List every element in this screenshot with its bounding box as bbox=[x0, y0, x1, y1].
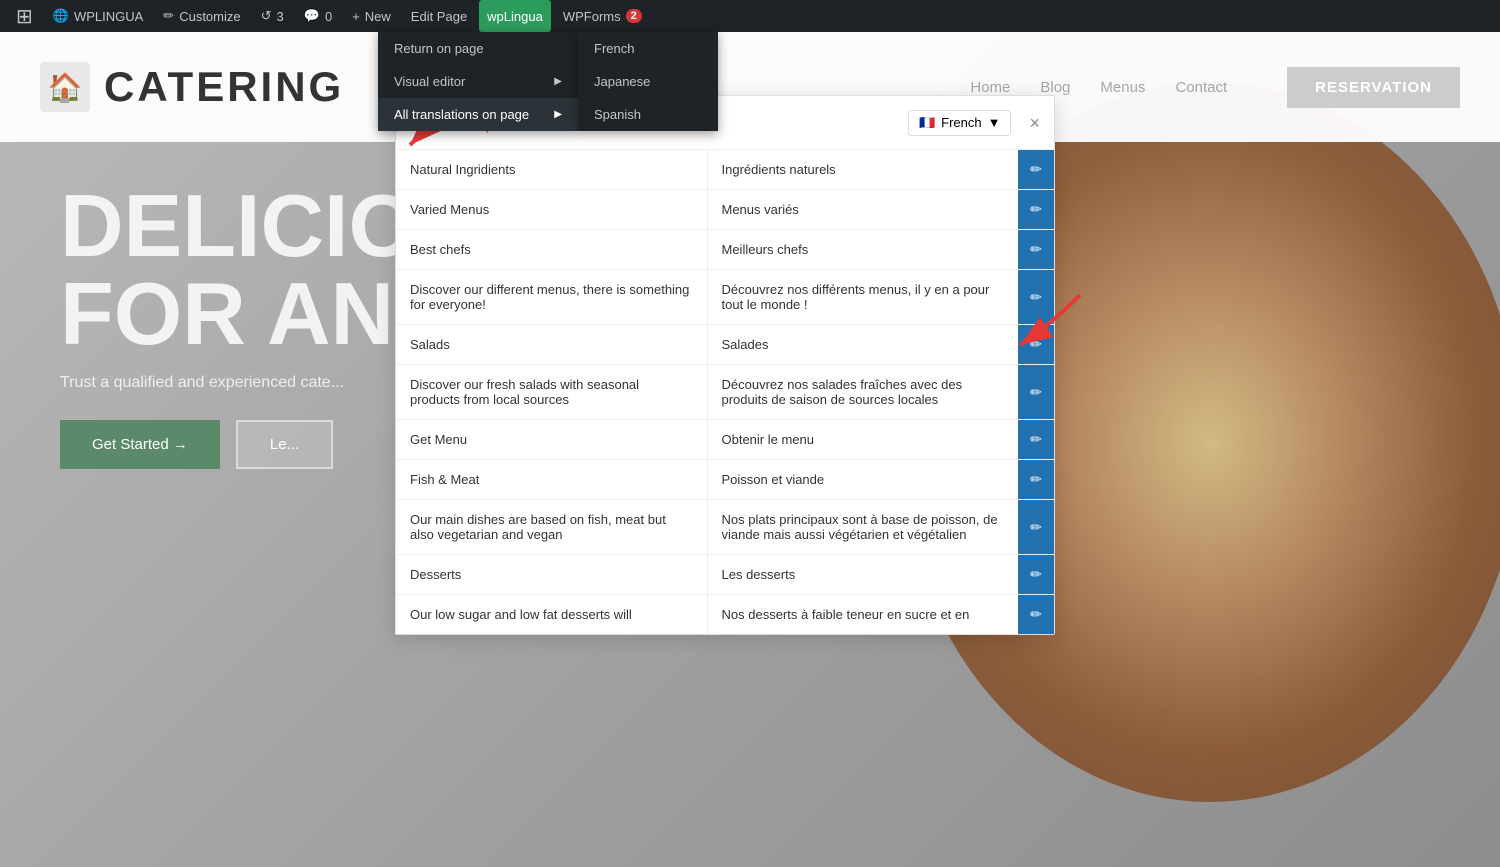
translation-row: Desserts Les desserts ✏ bbox=[396, 555, 1054, 595]
edit-translation-button[interactable]: ✏ bbox=[1018, 555, 1054, 594]
admin-bar-comments[interactable]: 💬 0 bbox=[296, 0, 340, 32]
edit-translation-button[interactable]: ✏ bbox=[1018, 325, 1054, 364]
translation-row: Fish & Meat Poisson et viande ✏ bbox=[396, 460, 1054, 500]
translation-row: Our low sugar and low fat desserts will … bbox=[396, 595, 1054, 634]
original-text: Natural Ingridients bbox=[396, 150, 708, 189]
translation-row: Varied Menus Menus variés ✏ bbox=[396, 190, 1054, 230]
original-text: Desserts bbox=[396, 555, 708, 594]
translated-text: Menus variés bbox=[708, 190, 1019, 229]
admin-bar-revisions[interactable]: ↺ 3 bbox=[253, 0, 292, 32]
dropdown-return-on-page[interactable]: Return on page bbox=[378, 32, 578, 65]
logo-icon: 🏠 bbox=[40, 62, 90, 112]
translated-text: Poisson et viande bbox=[708, 460, 1019, 499]
reservation-button[interactable]: RESERVATION bbox=[1287, 67, 1460, 108]
submenu-french[interactable]: French bbox=[578, 32, 718, 65]
edit-translation-button[interactable]: ✏ bbox=[1018, 365, 1054, 419]
visual-editor-arrow: ▶ bbox=[554, 76, 562, 87]
translation-row: Discover our fresh salads with seasonal … bbox=[396, 365, 1054, 420]
wplingua-site-icon: 🌐 bbox=[53, 8, 69, 24]
wpforms-badge: 2 bbox=[626, 9, 642, 23]
wp-logo-item[interactable]: ⊞ bbox=[8, 0, 41, 32]
translation-row: Salads Salades ✏ bbox=[396, 325, 1054, 365]
admin-bar-new[interactable]: + New bbox=[344, 0, 399, 32]
site-logo: 🏠 CATERING bbox=[40, 62, 344, 112]
translation-row: Discover our different menus, there is s… bbox=[396, 270, 1054, 325]
dropdown-all-translations[interactable]: All translations on page ▶ bbox=[378, 98, 578, 131]
edit-translation-button[interactable]: ✏ bbox=[1018, 230, 1054, 269]
original-text: Discover our different menus, there is s… bbox=[396, 270, 708, 324]
original-text: Our main dishes are based on fish, meat … bbox=[396, 500, 708, 554]
original-text: Our low sugar and low fat desserts will bbox=[396, 595, 708, 634]
original-text: Varied Menus bbox=[396, 190, 708, 229]
original-text: Fish & Meat bbox=[396, 460, 708, 499]
admin-bar-customize[interactable]: ✏ Customize bbox=[155, 0, 248, 32]
translated-text: Découvrez nos différents menus, il y en … bbox=[708, 270, 1019, 324]
comments-icon: 💬 bbox=[304, 8, 320, 24]
logo-text: CATERING bbox=[104, 63, 344, 111]
admin-bar: ⊞ 🌐 WPLINGUA ✏ Customize ↺ 3 💬 0 + New E… bbox=[0, 0, 1500, 32]
edit-translation-button[interactable]: ✏ bbox=[1018, 150, 1054, 189]
customize-icon: ✏ bbox=[163, 8, 174, 24]
edit-translation-button[interactable]: ✏ bbox=[1018, 460, 1054, 499]
nav-blog[interactable]: Blog bbox=[1040, 79, 1070, 96]
edit-translation-button[interactable]: ✏ bbox=[1018, 500, 1054, 554]
submenu-japanese[interactable]: Japanese bbox=[578, 65, 718, 98]
edit-translation-button[interactable]: ✏ bbox=[1018, 595, 1054, 634]
translation-row: Best chefs Meilleurs chefs ✏ bbox=[396, 230, 1054, 270]
submenu-spanish[interactable]: Spanish bbox=[578, 98, 718, 131]
edit-translation-button[interactable]: ✏ bbox=[1018, 420, 1054, 459]
admin-bar-wplingua[interactable]: 🌐 WPLINGUA bbox=[45, 0, 152, 32]
original-text: Best chefs bbox=[396, 230, 708, 269]
flag-icon: 🇫🇷 bbox=[919, 115, 935, 131]
translation-row: Natural Ingridients Ingrédients naturels… bbox=[396, 150, 1054, 190]
get-started-button[interactable]: Get Started → bbox=[60, 420, 220, 469]
translated-text: Obtenir le menu bbox=[708, 420, 1019, 459]
dropdown-chevron-icon: ▼ bbox=[988, 115, 1001, 130]
original-text: Salads bbox=[396, 325, 708, 364]
nav-menus[interactable]: Menus bbox=[1100, 79, 1145, 96]
admin-bar-wplingua-plugin[interactable]: wpLingua bbox=[479, 0, 551, 32]
translated-text: Nos desserts à faible teneur en sucre et… bbox=[708, 595, 1019, 634]
learn-more-button[interactable]: Le... bbox=[236, 420, 333, 469]
translated-text: Ingrédients naturels bbox=[708, 150, 1019, 189]
wp-logo-icon: ⊞ bbox=[16, 4, 33, 29]
nav-contact[interactable]: Contact bbox=[1175, 79, 1227, 96]
language-submenu: French Japanese Spanish bbox=[578, 32, 718, 131]
nav-home[interactable]: Home bbox=[970, 79, 1010, 96]
translation-row: Get Menu Obtenir le menu ✏ bbox=[396, 420, 1054, 460]
translation-panel: 🌐 A ➤ 🇫🇷 French ▼ × Natural Ingridients … bbox=[395, 95, 1055, 635]
new-icon: + bbox=[352, 9, 360, 24]
revisions-icon: ↺ bbox=[261, 8, 272, 24]
admin-bar-edit-page[interactable]: Edit Page bbox=[403, 0, 475, 32]
edit-translation-button[interactable]: ✏ bbox=[1018, 190, 1054, 229]
translation-row: Our main dishes are based on fish, meat … bbox=[396, 500, 1054, 555]
translated-text: Les desserts bbox=[708, 555, 1019, 594]
translated-text: Nos plats principaux sont à base de pois… bbox=[708, 500, 1019, 554]
translated-text: Salades bbox=[708, 325, 1019, 364]
dropdown-visual-editor[interactable]: Visual editor ▶ bbox=[378, 65, 578, 98]
all-translations-arrow: ▶ bbox=[554, 109, 562, 120]
original-text: Discover our fresh salads with seasonal … bbox=[396, 365, 708, 419]
close-button[interactable]: × bbox=[1029, 114, 1040, 132]
hero-subtitle: Trust a qualified and experienced cate..… bbox=[60, 374, 440, 392]
translated-text: Meilleurs chefs bbox=[708, 230, 1019, 269]
admin-bar-wpforms[interactable]: WPForms 2 bbox=[555, 0, 650, 32]
translated-text: Découvrez nos salades fraîches avec des … bbox=[708, 365, 1019, 419]
selected-language: French bbox=[941, 115, 981, 130]
edit-translation-button[interactable]: ✏ bbox=[1018, 270, 1054, 324]
original-text: Get Menu bbox=[396, 420, 708, 459]
dropdown-menu: Return on page Visual editor ▶ All trans… bbox=[378, 32, 578, 131]
language-selector[interactable]: 🇫🇷 French ▼ bbox=[908, 110, 1012, 136]
